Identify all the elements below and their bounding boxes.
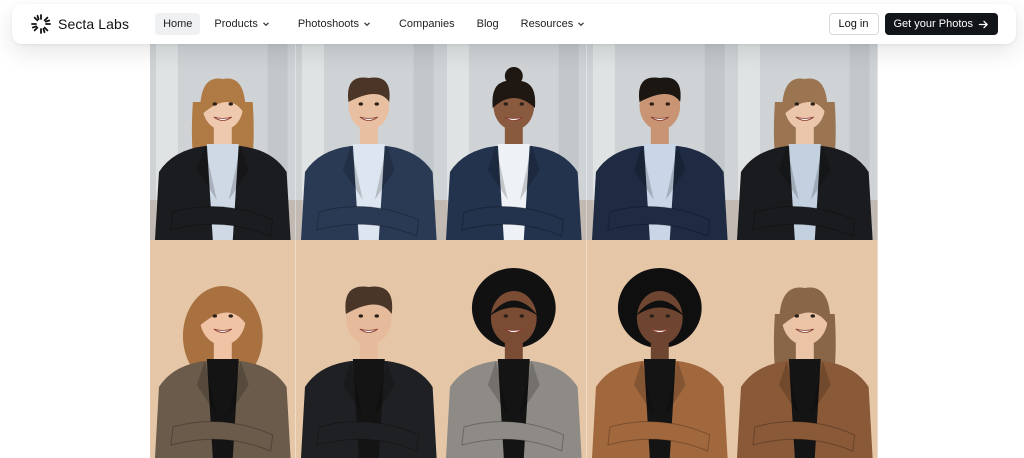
chevron-down-icon xyxy=(262,22,269,27)
nav-photoshoots[interactable]: Photoshoots xyxy=(290,13,379,35)
login-button[interactable]: Log in xyxy=(828,13,879,35)
get-photos-button[interactable]: Get your Photos xyxy=(884,13,998,35)
nav-actions: Log in Get your Photos xyxy=(828,13,998,35)
chevron-down-icon xyxy=(578,22,585,27)
nav-resources-label: Resources xyxy=(520,18,574,30)
nav-home-label: Home xyxy=(163,18,193,30)
nav-photoshoots-label: Photoshoots xyxy=(297,18,359,30)
nav-companies-label: Companies xyxy=(398,18,455,30)
brand[interactable]: Secta Labs xyxy=(30,13,129,35)
headshot-photo xyxy=(150,44,296,240)
nav-companies[interactable]: Companies xyxy=(391,13,463,35)
top-navbar: Secta Labs Home Products Photoshoots Com… xyxy=(12,4,1016,44)
chevron-down-icon xyxy=(364,22,370,27)
nav-resources[interactable]: Resources xyxy=(513,13,594,35)
headshot-photo xyxy=(295,44,442,240)
nav-home[interactable]: Home xyxy=(155,13,201,35)
nav-products-label: Products xyxy=(214,18,258,30)
brand-name: Secta Labs xyxy=(58,16,130,32)
arrow-right-icon xyxy=(978,20,988,28)
nav-blog[interactable]: Blog xyxy=(469,13,507,35)
headshot-photo xyxy=(732,240,878,458)
headshot-gallery xyxy=(150,44,878,458)
headshot-photo xyxy=(441,44,587,240)
headshot-photo xyxy=(732,44,878,240)
headshot-photo xyxy=(586,240,733,458)
headshot-photo xyxy=(586,44,733,240)
nav-blog-label: Blog xyxy=(476,18,499,30)
get-photos-button-label: Get your Photos xyxy=(893,18,974,30)
main-nav: Home Products Photoshoots Companies Blog… xyxy=(149,13,593,35)
sunburst-logo-icon xyxy=(31,14,51,34)
nav-products[interactable]: Products xyxy=(206,13,277,35)
login-button-label: Log in xyxy=(838,18,869,30)
headshot-photo xyxy=(441,240,587,458)
headshot-photo xyxy=(295,240,442,458)
headshot-photo xyxy=(150,240,296,458)
